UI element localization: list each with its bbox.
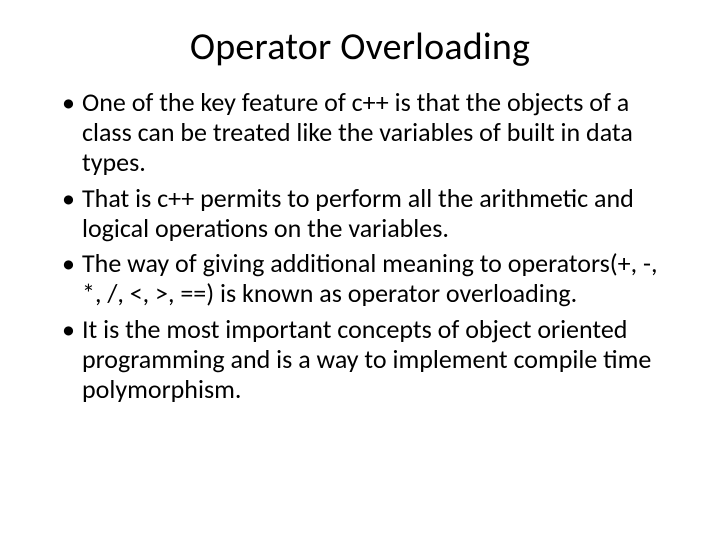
bullet-list: One of the key feature of c++ is that th… — [40, 88, 680, 405]
slide: Operator Overloading One of the key feat… — [0, 0, 720, 540]
slide-title: Operator Overloading — [40, 24, 680, 70]
list-item: That is c++ permits to perform all the a… — [62, 184, 672, 244]
list-item: One of the key feature of c++ is that th… — [62, 88, 672, 178]
list-item: It is the most important concepts of obj… — [62, 315, 672, 405]
list-item: The way of giving additional meaning to … — [62, 249, 672, 309]
